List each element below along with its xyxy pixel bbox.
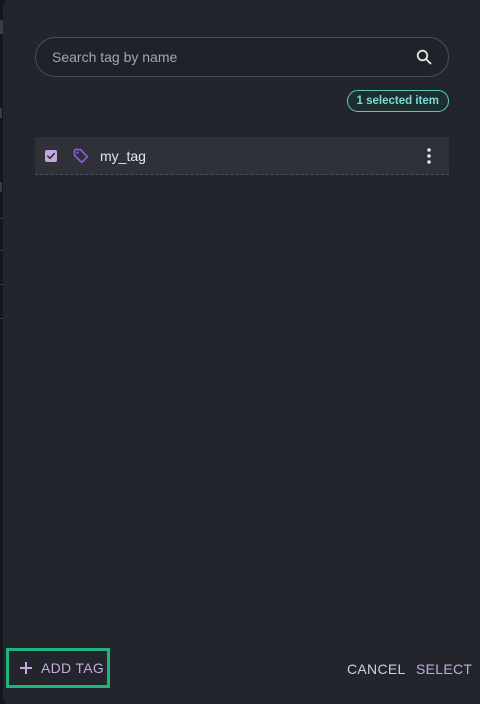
tag-checkbox[interactable] [45, 149, 57, 162]
plus-icon [20, 662, 32, 674]
select-button[interactable]: SELECT [416, 661, 472, 677]
tag-list-item[interactable]: my_tag [35, 137, 449, 175]
checkmark-icon [46, 152, 56, 159]
tag-icon [72, 147, 90, 165]
search-icon[interactable] [414, 47, 434, 67]
add-tag-button[interactable]: ADD TAG [6, 648, 110, 688]
tag-picker-dialog: 1 selected item my_tag ADD TAG CANCEL SE… [3, 0, 480, 704]
more-options-icon[interactable] [421, 144, 437, 168]
selected-count-badge: 1 selected item [346, 90, 449, 112]
search-box [35, 37, 449, 77]
backdrop-fragment [0, 108, 2, 118]
add-tag-label: ADD TAG [41, 660, 105, 676]
cancel-button[interactable]: CANCEL [347, 661, 406, 677]
backdrop-fragment [0, 182, 2, 192]
tag-name: my_tag [100, 147, 146, 164]
search-input[interactable] [36, 38, 414, 76]
